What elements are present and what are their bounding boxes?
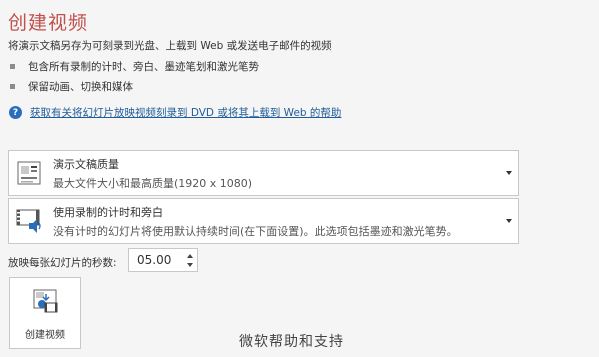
create-video-icon: [33, 289, 58, 313]
create-video-label: 创建视频: [25, 330, 65, 341]
bullet-text: 包含所有录制的计时、旁白、墨迹笔划和激光笔势: [28, 61, 259, 73]
chevron-down-icon: [506, 219, 512, 223]
quality-title: 演示文稿质量: [53, 158, 119, 171]
spinner-down-icon[interactable]: [187, 263, 193, 267]
timing-dropdown[interactable]: 使用录制的计时和旁白 没有计时的幻灯片将使用默认持续时间(在下面设置)。此选项包…: [8, 198, 519, 244]
bullet-item: 保留动画、切换和媒体: [10, 79, 133, 94]
timing-subtitle: 没有计时的幻灯片将使用默认持续时间(在下面设置)。此选项包括墨迹和激光笔势。: [53, 225, 458, 238]
seconds-label: 放映每张幻灯片的秒数:: [8, 257, 117, 269]
chevron-down-icon: [506, 171, 512, 175]
seconds-spinner[interactable]: 05.00: [128, 248, 198, 272]
page-title: 创建视频: [8, 12, 89, 34]
page-description: 将演示文稿另存为可刻录到光盘、上载到 Web 或发送电子邮件的视频: [8, 40, 332, 52]
timing-title: 使用录制的计时和旁白: [53, 206, 163, 219]
create-video-button[interactable]: 创建视频: [9, 277, 81, 349]
bullet-item: 包含所有录制的计时、旁白、墨迹笔划和激光笔势: [10, 59, 259, 74]
video-narration-icon: [16, 209, 41, 233]
help-link[interactable]: 获取有关将幻灯片放映视频刻录到 DVD 或将其上载到 Web 的帮助: [30, 105, 341, 120]
bullet-square: [10, 84, 15, 89]
presentation-quality-icon: [17, 161, 41, 185]
quality-subtitle: 最大文件大小和最高质量(1920 x 1080): [53, 177, 253, 190]
watermark-text: 微软帮助和支持: [239, 334, 344, 350]
question-icon[interactable]: ?: [9, 106, 22, 119]
bullet-text: 保留动画、切换和媒体: [28, 81, 133, 93]
bullet-square: [10, 64, 15, 69]
seconds-value[interactable]: 05.00: [137, 253, 171, 267]
spinner-up-icon[interactable]: [187, 254, 193, 258]
help-row: ? 获取有关将幻灯片放映视频刻录到 DVD 或将其上载到 Web 的帮助: [9, 105, 341, 120]
quality-dropdown[interactable]: 演示文稿质量 最大文件大小和最高质量(1920 x 1080): [8, 150, 519, 196]
